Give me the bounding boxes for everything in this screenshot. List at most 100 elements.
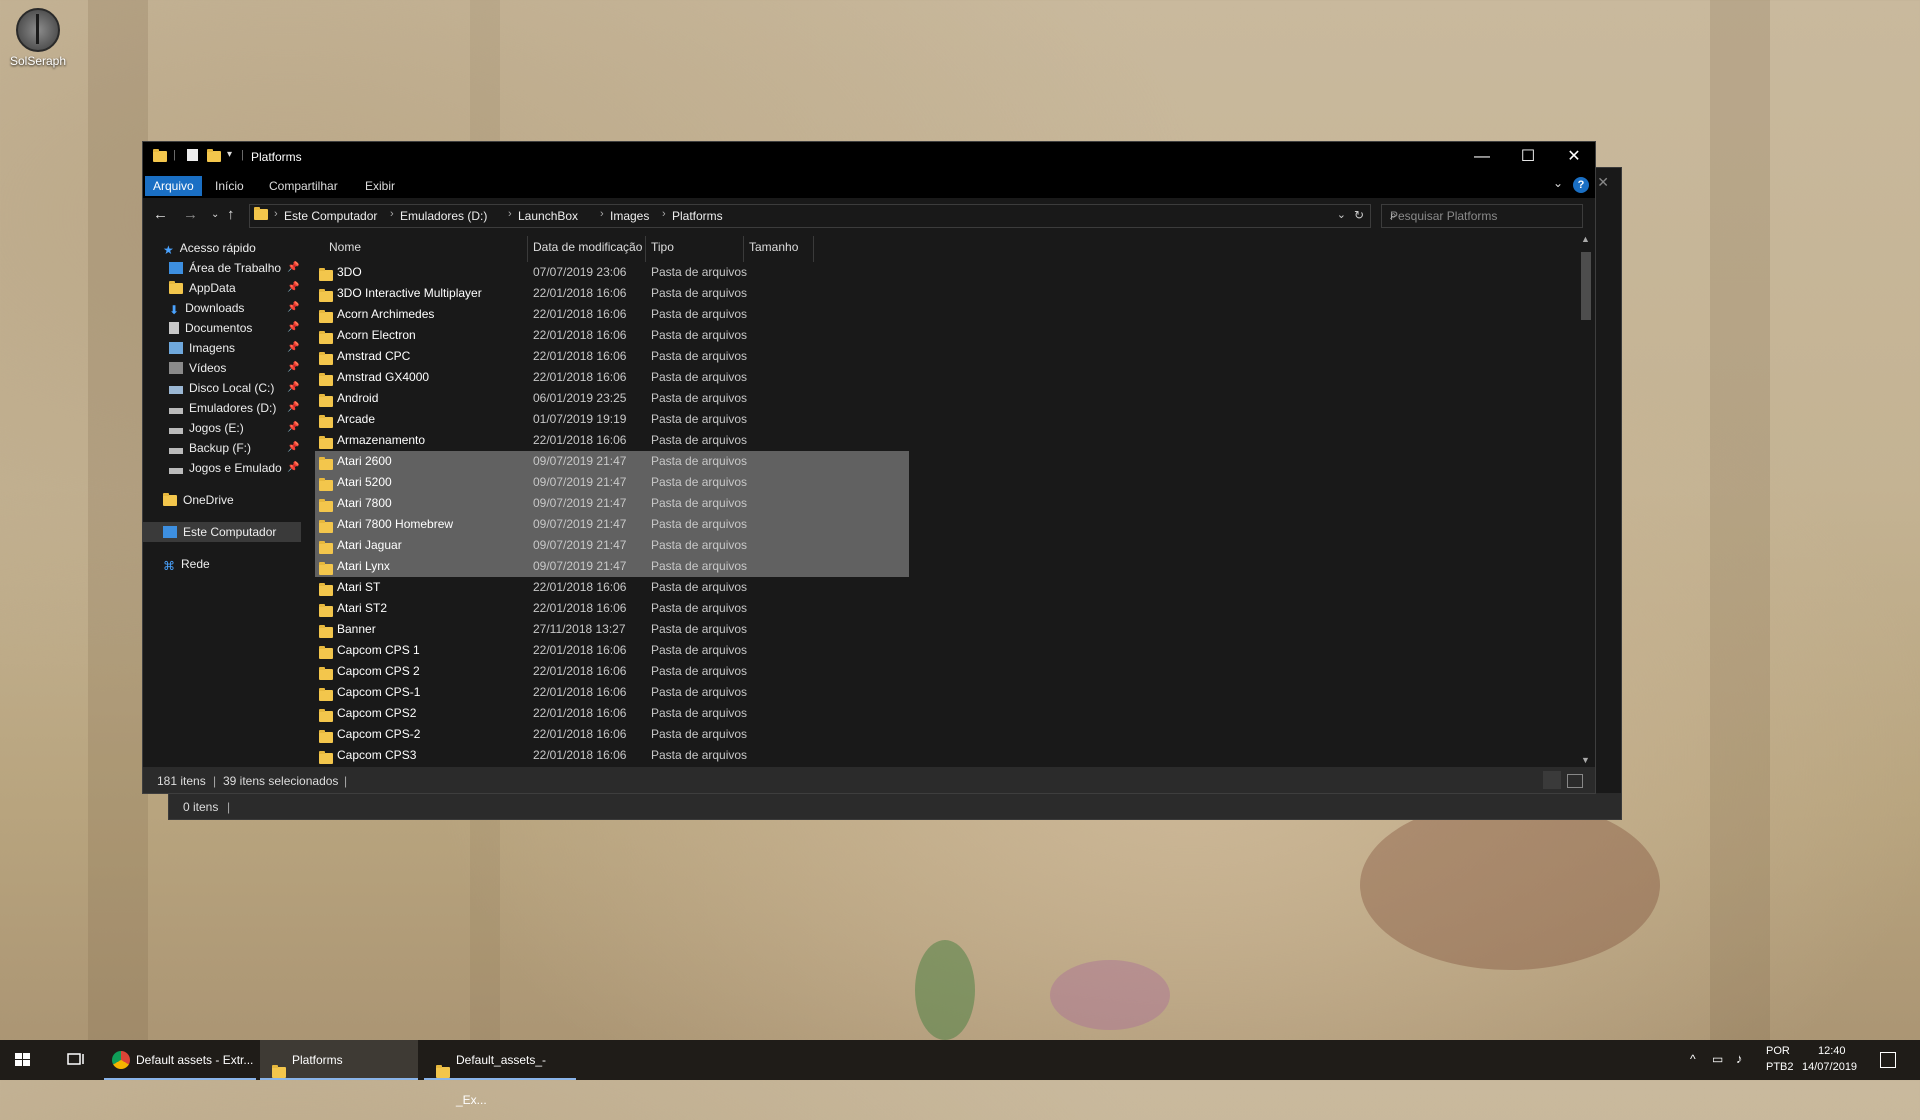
chevron-right-icon[interactable]: › bbox=[274, 208, 278, 220]
chevron-right-icon[interactable]: › bbox=[600, 208, 604, 220]
column-header-date[interactable]: Data de modificação bbox=[533, 232, 642, 262]
nav-item-onedrive[interactable]: OneDrive bbox=[163, 490, 234, 510]
table-row[interactable]: Capcom CPS-2 22/01/2018 16:06 Pasta de arq… bbox=[315, 724, 909, 745]
column-divider[interactable] bbox=[743, 236, 744, 262]
show-hidden-icons-icon[interactable]: ^ bbox=[1690, 1052, 1696, 1066]
taskbar-item-chrome[interactable]: Default assets - Extr... bbox=[104, 1040, 256, 1080]
table-row[interactable]: Atari 7800 09/07/2019 21:47 Pasta de arqui… bbox=[315, 493, 909, 514]
pin-icon[interactable]: 📌 bbox=[287, 438, 299, 458]
pin-icon[interactable]: 📌 bbox=[287, 318, 299, 338]
pin-icon[interactable]: 📌 bbox=[287, 298, 299, 318]
help-button[interactable]: ? bbox=[1573, 177, 1589, 193]
tab-arquivo[interactable]: Arquivo bbox=[145, 176, 202, 196]
back-arrow-icon[interactable]: ← bbox=[153, 206, 168, 223]
vertical-scrollbar[interactable]: ▲ ▼ bbox=[1577, 232, 1595, 767]
column-divider[interactable] bbox=[813, 236, 814, 262]
minimize-button[interactable]: — bbox=[1459, 142, 1505, 172]
close-icon[interactable]: ✕ bbox=[1597, 174, 1609, 191]
nav-item-drive-d[interactable]: Emuladores (D:) 📌 bbox=[169, 398, 299, 418]
table-row[interactable]: Amstrad GX4000 22/01/2018 16:06 Pasta de a… bbox=[315, 367, 909, 388]
pin-icon[interactable]: 📌 bbox=[287, 378, 299, 398]
nav-quick-access[interactable]: ★ Acesso rápido bbox=[163, 238, 256, 258]
table-row[interactable]: Atari Lynx 09/07/2019 21:47 Pasta de arqui… bbox=[315, 556, 909, 577]
chevron-right-icon[interactable]: › bbox=[508, 208, 512, 220]
nav-item-images[interactable]: Imagens 📌 bbox=[169, 338, 299, 358]
nav-item-downloads[interactable]: ⬇ Downloads 📌 bbox=[169, 298, 299, 318]
clock-date[interactable]: 14/07/2019 bbox=[1802, 1061, 1857, 1073]
table-row[interactable]: Amstrad CPC 22/01/2018 16:06 Pasta de arqu… bbox=[315, 346, 909, 367]
nav-item-drive-other[interactable]: Jogos e Emulado 📌 bbox=[169, 458, 299, 478]
notifications-icon[interactable] bbox=[1880, 1052, 1896, 1068]
table-row[interactable]: Acorn Archimedes 22/01/2018 16:06 Pasta de… bbox=[315, 304, 909, 325]
table-row[interactable]: Acorn Electron 22/01/2018 16:06 Pasta de a… bbox=[315, 325, 909, 346]
breadcrumb-item[interactable]: LaunchBox bbox=[518, 209, 578, 223]
nav-item-documents[interactable]: Documentos 📌 bbox=[169, 318, 299, 338]
pin-icon[interactable]: 📌 bbox=[287, 338, 299, 358]
table-row[interactable]: Atari Jaguar 09/07/2019 21:47 Pasta de arq… bbox=[315, 535, 909, 556]
column-divider[interactable] bbox=[527, 236, 528, 262]
table-row[interactable]: Capcom CPS3 22/01/2018 16:06 Pasta de arqu… bbox=[315, 745, 909, 766]
desktop-shortcut[interactable]: SolSeraph bbox=[8, 8, 68, 68]
table-row[interactable]: 3DO 07/07/2019 23:06 Pasta de arquivos bbox=[315, 262, 909, 283]
refresh-icon[interactable]: ↻ bbox=[1354, 208, 1364, 222]
forward-arrow-icon[interactable]: → bbox=[183, 206, 198, 223]
taskbar-item-default-assets[interactable]: Default_assets_-_Ex... bbox=[424, 1040, 576, 1107]
nav-item-appdata[interactable]: AppData 📌 bbox=[169, 278, 299, 298]
table-row[interactable]: Capcom CPS 1 22/01/2018 16:06 Pasta de arq… bbox=[315, 640, 909, 661]
pin-icon[interactable]: 📌 bbox=[287, 258, 299, 278]
scroll-down-icon[interactable]: ▼ bbox=[1581, 755, 1590, 765]
keyboard-layout[interactable]: PTB2 bbox=[1766, 1061, 1794, 1073]
breadcrumb-item[interactable]: Este Computador bbox=[284, 209, 377, 223]
table-row[interactable]: Atari ST2 22/01/2018 16:06 Pasta de arquiv… bbox=[315, 598, 909, 619]
clock-time[interactable]: 12:40 bbox=[1818, 1045, 1846, 1057]
maximize-button[interactable]: ☐ bbox=[1505, 142, 1551, 172]
close-button[interactable]: ✕ bbox=[1551, 142, 1597, 172]
column-divider[interactable] bbox=[645, 236, 646, 262]
taskbar-item-platforms[interactable]: Platforms bbox=[260, 1040, 418, 1080]
pin-icon[interactable]: 📌 bbox=[287, 458, 299, 478]
new-folder-icon[interactable] bbox=[207, 149, 221, 163]
task-view-button[interactable] bbox=[52, 1040, 98, 1080]
breadcrumb-item[interactable]: Images bbox=[610, 209, 649, 223]
chevron-right-icon[interactable]: › bbox=[662, 208, 666, 220]
table-row[interactable]: Capcom CPS2 22/01/2018 16:06 Pasta de arqu… bbox=[315, 703, 909, 724]
customize-toolbar-icon[interactable]: ▾ bbox=[227, 149, 241, 163]
table-row[interactable]: Android 06/01/2019 23:25 Pasta de arquivos bbox=[315, 388, 909, 409]
breadcrumb-item[interactable]: Platforms bbox=[672, 209, 723, 223]
breadcrumb-item[interactable]: Emuladores (D:) bbox=[400, 209, 487, 223]
start-button[interactable] bbox=[0, 1040, 46, 1080]
chevron-down-icon[interactable]: ⌄ bbox=[1337, 208, 1346, 221]
nav-item-drive-c[interactable]: Disco Local (C:) 📌 bbox=[169, 378, 299, 398]
column-header-name[interactable]: Nome bbox=[329, 232, 361, 262]
column-header-type[interactable]: Tipo bbox=[651, 232, 674, 262]
table-row[interactable]: Atari 5200 09/07/2019 21:47 Pasta de arqui… bbox=[315, 472, 909, 493]
table-row[interactable]: Capcom CPS-1 22/01/2018 16:06 Pasta de arq… bbox=[315, 682, 909, 703]
pin-icon[interactable]: 📌 bbox=[287, 418, 299, 438]
pin-icon[interactable]: 📌 bbox=[287, 358, 299, 378]
properties-icon[interactable] bbox=[187, 149, 198, 161]
up-arrow-icon[interactable]: ↑ bbox=[227, 206, 235, 223]
table-row[interactable]: Atari 2600 09/07/2019 21:47 Pasta de arqui… bbox=[315, 451, 909, 472]
tab-exibir[interactable]: Exibir bbox=[357, 176, 403, 196]
volume-icon[interactable]: ♪ bbox=[1736, 1051, 1743, 1066]
table-row[interactable]: Armazenamento 22/01/2018 16:06 Pasta de ar… bbox=[315, 430, 909, 451]
scroll-up-icon[interactable]: ▲ bbox=[1581, 234, 1590, 244]
address-bar[interactable]: › Este Computador › Emuladores (D:) › La… bbox=[249, 204, 1371, 228]
table-row[interactable]: Capcom CPS 2 22/01/2018 16:06 Pasta de arq… bbox=[315, 661, 909, 682]
details-view-icon[interactable] bbox=[1543, 771, 1561, 789]
table-row[interactable]: Arcade 01/07/2019 19:19 Pasta de arquivos bbox=[315, 409, 909, 430]
expand-ribbon-icon[interactable]: ⌄ bbox=[1553, 176, 1563, 190]
nav-item-desktop[interactable]: Área de Trabalho 📌 bbox=[169, 258, 299, 278]
table-row[interactable]: Atari ST 22/01/2018 16:06 Pasta de arquivo… bbox=[315, 577, 909, 598]
nav-item-videos[interactable]: Vídeos 📌 bbox=[169, 358, 299, 378]
input-language[interactable]: POR bbox=[1766, 1045, 1790, 1057]
search-icon[interactable]: ⌕ bbox=[1390, 208, 1574, 223]
table-row[interactable]: 3DO Interactive Multiplayer 22/01/2018 16… bbox=[315, 283, 909, 304]
chevron-right-icon[interactable]: › bbox=[390, 208, 394, 220]
scrollbar-thumb[interactable] bbox=[1581, 252, 1591, 320]
tab-inicio[interactable]: Início bbox=[207, 176, 252, 196]
column-header-size[interactable]: Tamanho bbox=[749, 232, 798, 262]
table-row[interactable]: Atari 7800 Homebrew 09/07/2019 21:47 Pasta… bbox=[315, 514, 909, 535]
nav-item-drive-e[interactable]: Jogos (E:) 📌 bbox=[169, 418, 299, 438]
pin-icon[interactable]: 📌 bbox=[287, 398, 299, 418]
